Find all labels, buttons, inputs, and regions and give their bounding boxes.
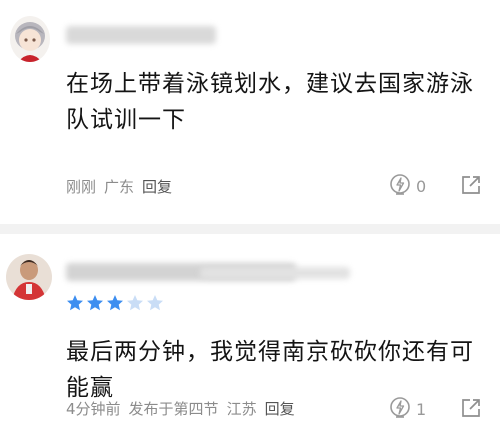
- star-empty-icon: [127, 295, 143, 311]
- like-icon[interactable]: [388, 396, 412, 420]
- anime-avatar-icon: [10, 16, 50, 62]
- player-photo-icon: [6, 254, 52, 300]
- comment-text: 在场上带着泳镜划水，建议去国家游泳队试训一下: [66, 71, 474, 133]
- like-icon[interactable]: [388, 173, 412, 197]
- like-count: 1: [416, 400, 427, 419]
- reply-button[interactable]: 回复: [142, 178, 172, 196]
- reply-button[interactable]: 回复: [265, 400, 295, 418]
- star-filled-icon: [87, 295, 103, 311]
- comment-item: 最后两分钟，我觉得南京砍砍你还有可能赢 4分钟前 发布于第四节 江苏 回复 1: [0, 236, 500, 440]
- divider: [0, 224, 500, 234]
- share-icon[interactable]: [460, 174, 482, 196]
- avatar[interactable]: [6, 254, 52, 300]
- avatar[interactable]: [10, 16, 50, 62]
- username-blurred: [66, 26, 216, 44]
- comment-time: 4分钟前: [66, 400, 121, 418]
- comment-item: 在场上带着泳镜划水，建议去国家游泳队试训一下 刚刚 广东 回复 0: [0, 0, 500, 222]
- comment-location: 广东: [104, 178, 135, 196]
- comment-time: 刚刚: [66, 178, 97, 196]
- star-empty-icon: [147, 295, 163, 311]
- user-info-blurred: [200, 267, 350, 279]
- comment-meta: 刚刚 广东 回复: [66, 176, 180, 197]
- comment-meta: 4分钟前 发布于第四节 江苏 回复: [66, 398, 303, 419]
- star-filled-icon: [107, 295, 123, 311]
- comment-location: 江苏: [226, 400, 257, 418]
- share-icon[interactable]: [460, 397, 482, 419]
- like-count: 0: [416, 177, 427, 196]
- comment-text: 最后两分钟，我觉得南京砍砍你还有可能赢: [66, 339, 474, 401]
- star-filled-icon: [67, 295, 83, 311]
- comment-posted-in: 发布于第四节: [128, 400, 219, 418]
